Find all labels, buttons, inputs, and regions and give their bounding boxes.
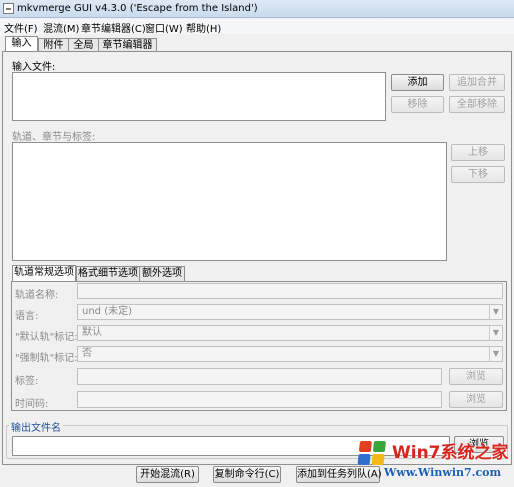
forced-track-label: "强制轨"标记: [15, 353, 78, 364]
language-value: und (未定) [82, 306, 133, 317]
watermark-brand: Win7系统之家 [392, 443, 509, 463]
tags-label: 标签: [15, 376, 39, 387]
menu-help[interactable]: 帮助(H) [186, 20, 221, 35]
tags-browse-button[interactable]: 浏览 [449, 368, 503, 385]
watermark: Win7系统之家 Www.Winwin7.com [356, 437, 514, 487]
default-track-select[interactable]: 默认 ▼ [77, 325, 503, 341]
input-files-label: 输入文件: [12, 62, 56, 73]
language-label: 语言: [15, 311, 39, 322]
menu-mux[interactable]: 混流(M) [43, 20, 79, 35]
forced-track-value: 否 [82, 348, 92, 359]
default-track-label: "默认轨"标记: [15, 332, 78, 343]
remove-all-button[interactable]: 全部移除 [449, 96, 505, 113]
move-down-button[interactable]: 下移 [451, 166, 505, 183]
chevron-down-icon: ▼ [489, 347, 502, 361]
window-title: mkvmerge GUI v4.3.0 ('Escape from the Is… [17, 3, 258, 14]
timecodes-label: 时间码: [15, 399, 49, 410]
menu-bar: 文件(F) 混流(M) 章节编辑器(C) 窗口(W) 帮助(H) [0, 19, 514, 35]
start-mux-button[interactable]: 开始混流(R) [136, 466, 199, 483]
add-button[interactable]: 添加 [391, 74, 444, 91]
watermark-url: Www.Winwin7.com [384, 466, 502, 479]
chevron-down-icon: ▼ [489, 326, 502, 340]
track-name-input[interactable] [77, 283, 503, 299]
menu-window[interactable]: 窗口(W) [145, 20, 183, 35]
remove-button[interactable]: 移除 [391, 96, 444, 113]
subtab-format[interactable]: 格式细节选项 [76, 266, 140, 281]
tracks-label: 轨道、章节与标签: [12, 132, 96, 143]
timecodes-input[interactable] [77, 391, 442, 408]
language-select[interactable]: und (未定) ▼ [77, 304, 503, 320]
menu-chapter-editor[interactable]: 章节编辑器(C) [81, 20, 146, 35]
append-button[interactable]: 追加合并 [449, 74, 505, 91]
tags-input[interactable] [77, 368, 442, 385]
input-files-list[interactable] [12, 72, 386, 121]
app-icon [3, 3, 14, 14]
timecodes-browse-button[interactable]: 浏览 [449, 391, 503, 408]
forced-track-select[interactable]: 否 ▼ [77, 346, 503, 362]
chevron-down-icon: ▼ [489, 305, 502, 319]
move-up-button[interactable]: 上移 [451, 144, 505, 161]
output-group-label: 输出文件名 [9, 419, 63, 434]
menu-file[interactable]: 文件(F) [4, 20, 38, 35]
title-bar: mkvmerge GUI v4.3.0 ('Escape from the Is… [0, 0, 514, 18]
track-name-label: 轨道名称: [15, 290, 59, 301]
subtab-extra[interactable]: 额外选项 [139, 266, 185, 281]
default-track-value: 默认 [82, 327, 102, 338]
tracks-list[interactable] [12, 142, 447, 261]
subtab-general[interactable]: 轨道常规选项 [12, 265, 76, 281]
copy-command-button[interactable]: 复制命令行(C) [213, 466, 281, 483]
